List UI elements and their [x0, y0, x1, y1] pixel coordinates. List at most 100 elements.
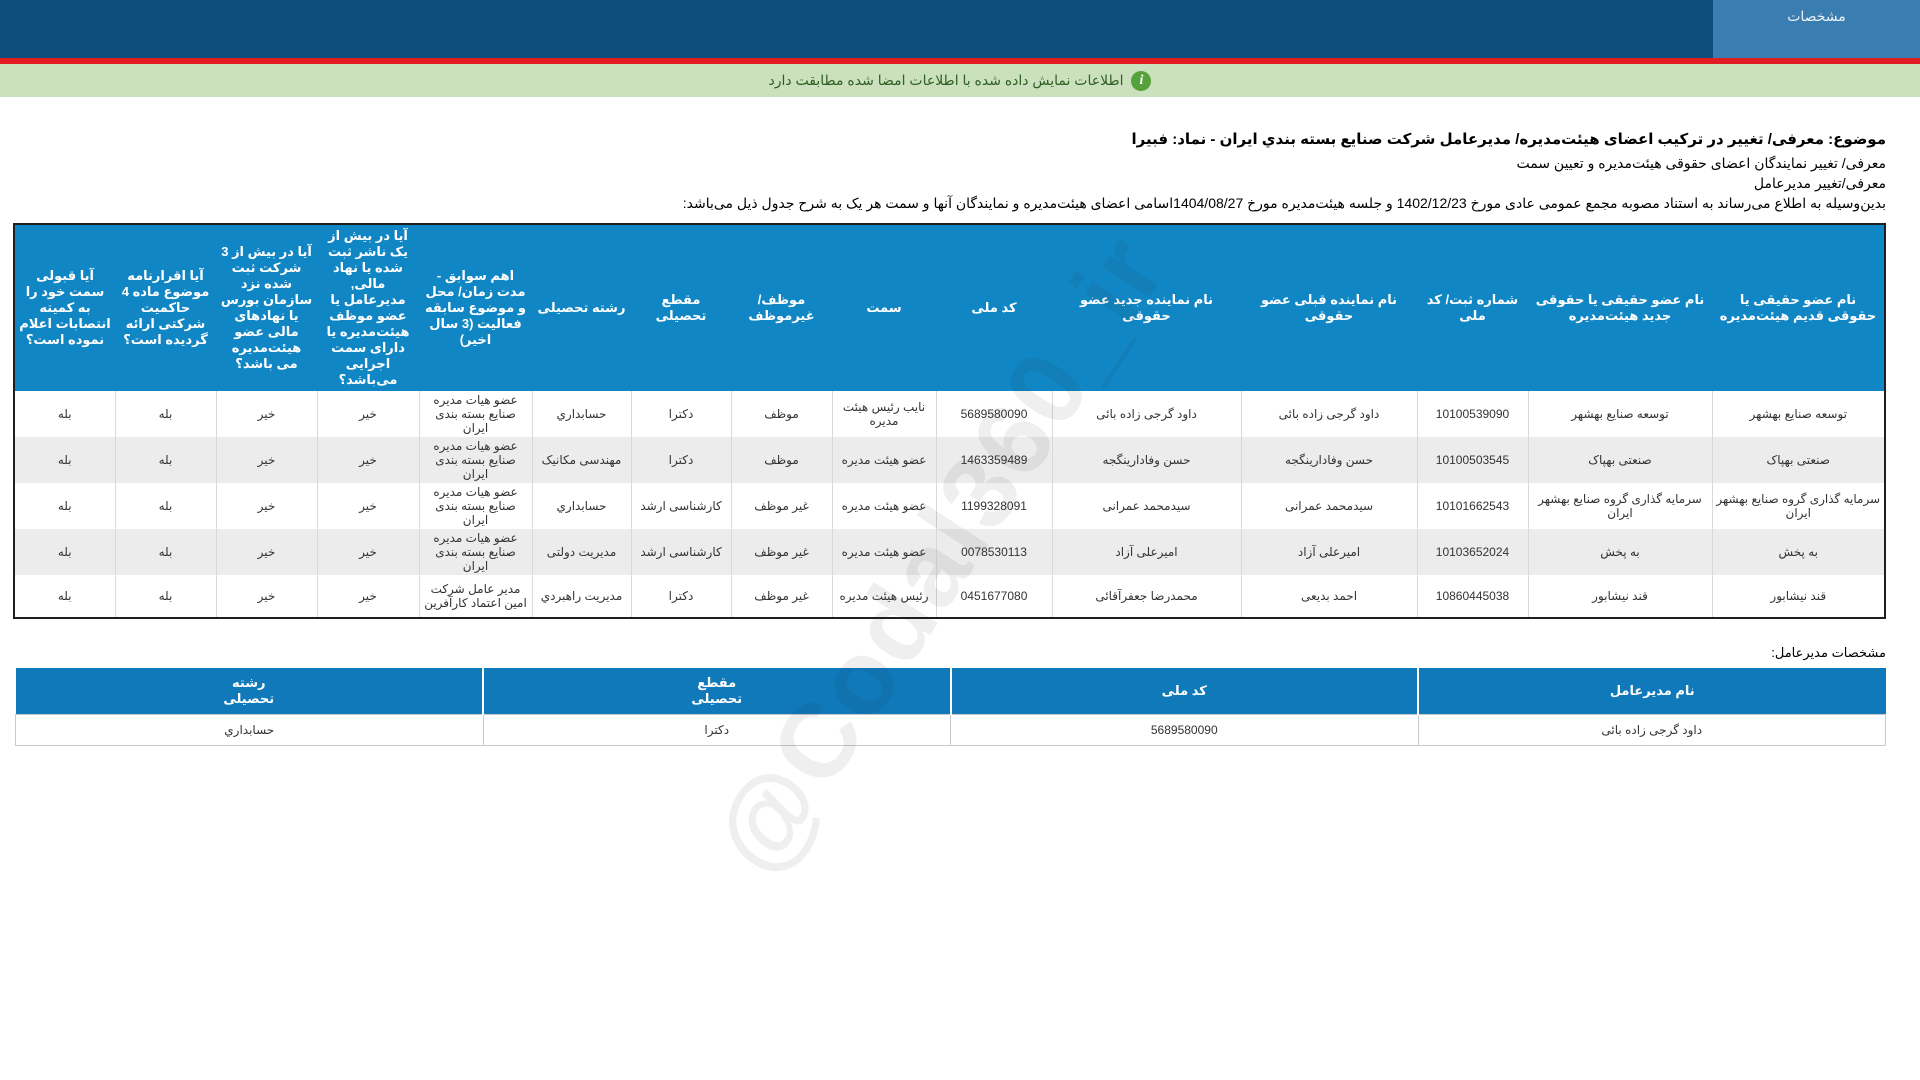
board-table-cell: 10100539090: [1416, 391, 1529, 437]
board-table-header: موظف/ غیرموظف: [731, 224, 832, 391]
board-table-cell: دکترا: [630, 437, 732, 483]
board-table-cell: موظف: [730, 391, 833, 437]
board-table-cell: داود گرجی زاده بائی: [1051, 391, 1242, 437]
board-table-cell: 0451677080: [935, 575, 1053, 618]
board-table-header: آیا در بیش از 3 شرکت ثبت شده نزد سازمان …: [216, 224, 317, 391]
board-table-cell: بله: [114, 529, 217, 575]
board-table-cell: داود گرجی زاده بائی: [1240, 391, 1418, 437]
board-table-cell: غیر موظف: [730, 529, 833, 575]
ceo-degree-header: مقطع تحصیلی: [482, 668, 951, 715]
board-table-cell: بله: [114, 437, 217, 483]
codal-disclosure-page: { "header": { "tab_label": "مشخصات" }, "…: [0, 0, 1920, 1080]
board-table-row: صنعتی بهپاک صنعتی بهپاک 10100503545 حسن وفا…: [13, 437, 1886, 483]
board-table-cell: 0078530113: [935, 529, 1053, 575]
ceo-national-id-header: کد ملی: [949, 668, 1418, 715]
board-table-cell: دکترا: [630, 575, 732, 618]
board-table-cell: عضو هیات مدیره صنایع بسته بندی ایران: [418, 391, 533, 437]
board-table-cell: عضو هیئت مدیره: [831, 437, 937, 483]
announcement-line2: معرفی/ تغییر نمایندگان اعضای حقوقی هیئت‌…: [1516, 155, 1886, 171]
ceo-name-cell: داود گرجی زاده بائی: [1417, 714, 1886, 746]
board-table-cell: مدیریت راهبردي: [531, 575, 632, 618]
board-table-cell: دکترا: [630, 391, 732, 437]
board-table-cell: به پخش: [1711, 529, 1886, 575]
board-table-cell: سرمایه گذاری گروه صنایع بهشهر ایران: [1527, 483, 1713, 529]
board-table-cell: امیرعلی آزاد: [1240, 529, 1418, 575]
board-table-cell: بله: [13, 483, 116, 529]
announcement-intro: موضوع: معرفی/ تغییر در ترکیب اعضای هیئت‌…: [15, 130, 1886, 213]
signature-match-alert: i اطلاعات نمایش داده شده با اطلاعات امضا…: [0, 64, 1920, 97]
board-table-cell: خیر: [215, 575, 318, 618]
ceo-table-row: داود گرجی زاده بائی 5689580090 دکترا حسا…: [15, 714, 1886, 746]
ceo-degree-cell: دکترا: [482, 714, 951, 746]
board-table-cell: حسابداري: [531, 483, 632, 529]
board-table-cell: کارشناسی ارشد: [630, 529, 732, 575]
board-table-cell: خیر: [215, 483, 318, 529]
board-table-cell: سیدمحمد عمرانی: [1240, 483, 1418, 529]
board-table-cell: مدیر عامل شرکت امین اعتماد کارآفرین: [418, 575, 533, 618]
board-table-cell: خیر: [316, 575, 420, 618]
board-table-header-row: نام عضو حقیقی یا حقوقی قدیم هیئت‌مدیره نا…: [14, 224, 1885, 391]
board-table-cell: بله: [114, 575, 217, 618]
board-table-cell: غیر موظف: [730, 483, 833, 529]
board-table-cell: خیر: [316, 437, 420, 483]
board-table-cell: صنعتی بهپاک: [1527, 437, 1713, 483]
board-table-cell: امیرعلی آزاد: [1051, 529, 1242, 575]
board-table-header: شماره ثبت/ کد ملی: [1417, 224, 1528, 391]
board-table-cell: عضو هیئت مدیره: [831, 529, 937, 575]
board-table-header: نام نماینده قبلی عضو حقوقی: [1241, 224, 1417, 391]
ceo-details-table: نام مدیرعامل کد ملی مقطع تحصیلی رشته تحص…: [15, 668, 1886, 746]
ceo-table-header-row: نام مدیرعامل کد ملی مقطع تحصیلی رشته تحص…: [15, 668, 1886, 715]
board-table-cell: توسعه صنایع بهشهر: [1711, 391, 1886, 437]
board-table-cell: عضو هیات مدیره صنایع بسته بندی ایران: [418, 529, 533, 575]
board-table-cell: رئیس هیئت مدیره: [831, 575, 937, 618]
board-table-cell: خیر: [316, 529, 420, 575]
board-table-header: نام نماینده جدید عضو حقوقی: [1052, 224, 1241, 391]
board-table-cell: سرمایه گذاری گروه صنایع بهشهر ایران: [1711, 483, 1886, 529]
board-table-header: آیا قبولی سمت خود را به کمیته انتصابات ا…: [14, 224, 115, 391]
board-table-cell: بله: [13, 391, 116, 437]
board-table-cell: توسعه صنایع بهشهر: [1527, 391, 1713, 437]
announcement-subject: موضوع: معرفی/ تغییر در ترکیب اعضای هیئت‌…: [1131, 131, 1886, 148]
board-table-cell: سیدمحمد عمرانی: [1051, 483, 1242, 529]
board-table-cell: عضو هیات مدیره صنایع بسته بندی ایران: [418, 483, 533, 529]
board-table-cell: خیر: [316, 391, 420, 437]
board-table-cell: حسن وفادارینگجه: [1051, 437, 1242, 483]
tab-specifications-label: مشخصات: [1787, 8, 1846, 24]
board-table-header: اهم سوابق - مدت زمان/ محل و موضوع سابقه …: [419, 224, 532, 391]
board-table-cell: احمد بدیعی: [1240, 575, 1418, 618]
main-content: موضوع: معرفی/ تغییر در ترکیب اعضای هیئت‌…: [13, 130, 1886, 746]
board-table-cell: 10860445038: [1416, 575, 1529, 618]
board-table-cell: بله: [13, 437, 116, 483]
board-table-cell: به پخش: [1527, 529, 1713, 575]
board-table-cell: عضو هیات مدیره صنایع بسته بندی ایران: [418, 437, 533, 483]
board-table-header: رشته تحصیلی: [532, 224, 631, 391]
board-table-row: سرمایه گذاری گروه صنایع بهشهر ایران سرمای…: [13, 483, 1886, 529]
board-table-cell: 5689580090: [935, 391, 1053, 437]
announcement-line4: بدین‌وسیله به اطلاع می‌رساند به استناد م…: [682, 195, 1886, 211]
board-table-header: نام عضو حقیقی یا حقوقی قدیم هیئت‌مدیره: [1712, 224, 1885, 391]
board-table-header: سمت: [832, 224, 936, 391]
board-table-cell: محمدرضا جعفرآقائی: [1051, 575, 1242, 618]
board-table-cell: خیر: [215, 391, 318, 437]
board-table-cell: کارشناسی ارشد: [630, 483, 732, 529]
board-table-cell: قند نیشابور: [1527, 575, 1713, 618]
ceo-field-header: رشته تحصیلی: [15, 668, 483, 715]
tab-specifications[interactable]: مشخصات: [1713, 0, 1920, 58]
ceo-section-label: مشخصات مدیرعامل:: [1771, 645, 1886, 660]
ceo-name-header: نام مدیرعامل: [1417, 668, 1886, 715]
board-table-cell: حسابداري: [531, 391, 632, 437]
board-table-cell: بله: [114, 391, 217, 437]
board-table-cell: بله: [13, 529, 116, 575]
info-icon: i: [1131, 70, 1152, 91]
board-table-cell: قند نیشابور: [1711, 575, 1886, 618]
signature-match-alert-text: اطلاعات نمایش داده شده با اطلاعات امضا ش…: [768, 72, 1124, 88]
board-table-cell: مهندسی مکانیک: [531, 437, 632, 483]
ceo-national-id-cell: 5689580090: [950, 714, 1419, 746]
board-table-cell: 10100503545: [1416, 437, 1529, 483]
board-table-cell: غیر موظف: [730, 575, 833, 618]
board-table-cell: حسن وفادارینگجه: [1240, 437, 1418, 483]
ceo-field-cell: حسابداري: [15, 714, 484, 746]
board-table-cell: خیر: [215, 437, 318, 483]
board-table-cell: عضو هیئت مدیره: [831, 483, 937, 529]
board-table-cell: خیر: [316, 483, 420, 529]
